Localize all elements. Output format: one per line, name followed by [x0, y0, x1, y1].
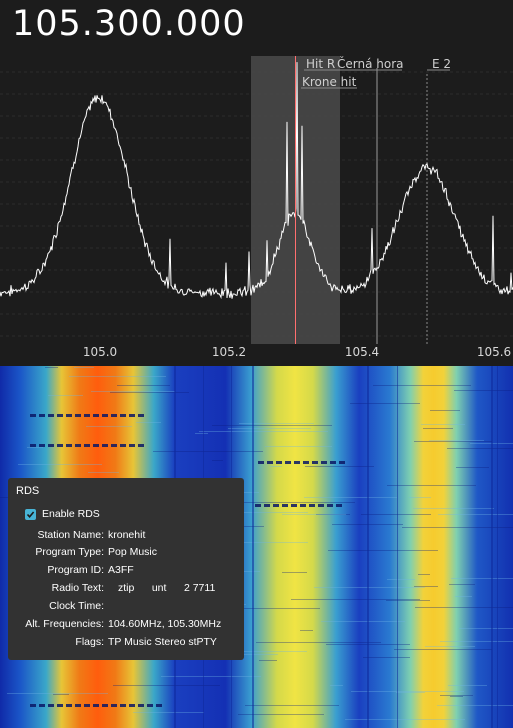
station-label-e2[interactable]: E 2	[432, 57, 451, 71]
rds-row-station-name: Station Name: kronehit	[8, 529, 244, 543]
spectrum-plot[interactable]	[0, 56, 513, 366]
rds-label: Clock Time:	[49, 600, 104, 612]
rds-row-alt-frequencies: Alt. Frequencies: 104.60MHz, 105.30MHz	[8, 618, 244, 632]
rds-value: TP Music Stereo stPTY	[108, 636, 217, 648]
rds-label: Alt. Frequencies:	[25, 618, 104, 630]
check-icon[interactable]	[25, 508, 36, 520]
rds-value: kronehit	[108, 529, 146, 541]
station-label-cerna-hora[interactable]: Černá hora	[337, 57, 404, 71]
rds-row-clock-time: Clock Time:	[8, 600, 244, 614]
axis-tick-105-2: 105.2	[211, 345, 247, 359]
rds-row-program-id: Program ID: A3FF	[8, 564, 244, 578]
axis-tick-105-0: 105.0	[82, 345, 118, 359]
rds-label: Radio Text:	[51, 582, 104, 594]
station-label-hit-r[interactable]: Hit R	[306, 57, 335, 71]
axis-tick-105-6: 105.6	[476, 345, 512, 359]
rds-label: Program Type:	[35, 546, 104, 558]
frequency-readout[interactable]: 105.300.000	[12, 4, 246, 44]
station-label-krone-hit[interactable]: Krone hit	[302, 75, 356, 89]
rds-label: Flags:	[75, 636, 104, 648]
rds-value: A3FF	[108, 564, 134, 576]
rds-value: Pop Music	[108, 546, 158, 558]
enable-rds-label: Enable RDS	[42, 508, 100, 520]
rds-panel-title: RDS	[16, 485, 40, 497]
rds-row-program-type: Program Type: Pop Music	[8, 546, 244, 560]
rds-value: ztip unt 2 7711	[118, 582, 216, 594]
rds-row-flags: Flags: TP Music Stereo stPTY	[8, 636, 244, 650]
rds-row-radio-text: Radio Text: ztip unt 2 7711	[8, 582, 244, 596]
rds-label: Station Name:	[37, 529, 104, 541]
rds-label: Program ID:	[47, 564, 104, 576]
rds-value: 104.60MHz, 105.30MHz	[108, 618, 222, 630]
rds-panel: RDS Enable RDS Station Name: kronehit Pr…	[8, 478, 244, 660]
axis-tick-105-4: 105.4	[344, 345, 380, 359]
enable-rds-toggle[interactable]: Enable RDS	[25, 508, 100, 520]
